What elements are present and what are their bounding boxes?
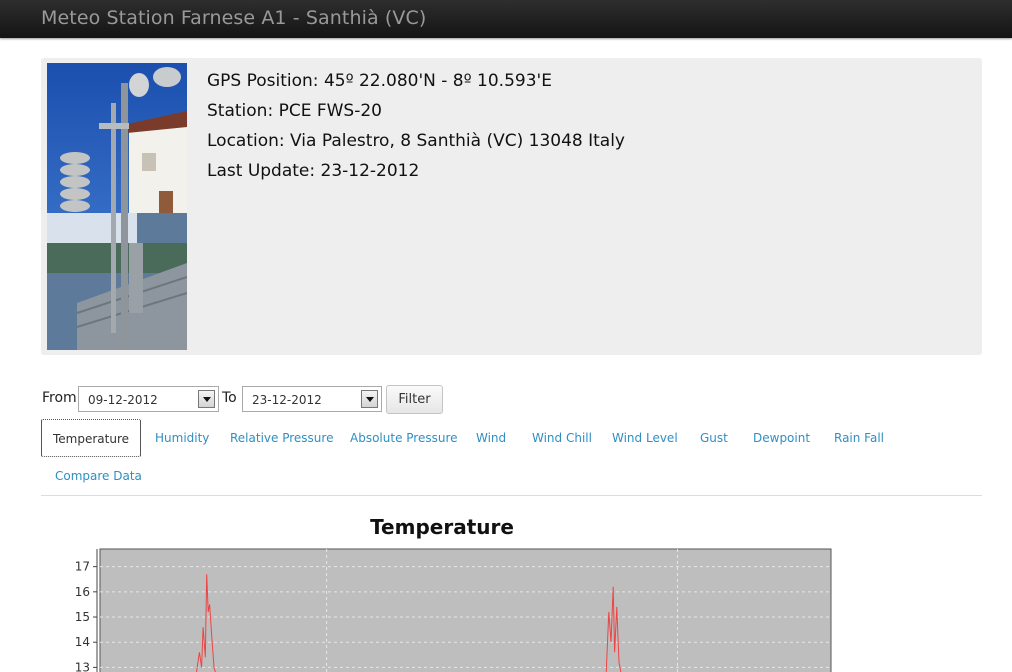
temperature-chart: 17 16 15 14 13	[75, 548, 832, 672]
y-tick-label: 17	[75, 560, 90, 574]
y-tick-label: 15	[75, 610, 90, 624]
y-tick-label: 13	[75, 660, 90, 672]
y-tick-label: 16	[75, 585, 90, 599]
y-tick-label: 14	[75, 635, 90, 649]
